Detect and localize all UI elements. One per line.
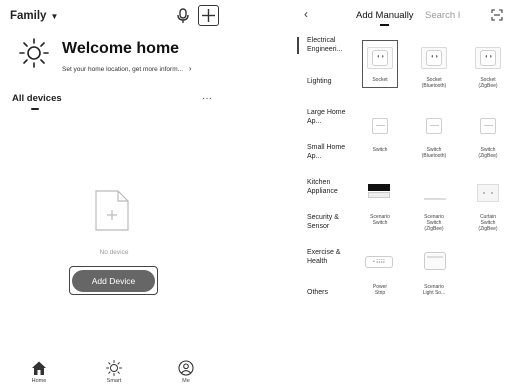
- switch-icon: [480, 118, 496, 134]
- home-icon: [32, 361, 46, 375]
- socket-tile[interactable]: ◖◗: [367, 47, 393, 69]
- family-selector[interactable]: Family ▼: [10, 10, 58, 22]
- category-electrical[interactable]: Electrical Engineeri...: [307, 36, 351, 54]
- user-icon: [178, 360, 194, 376]
- tab-label: Me: [182, 378, 190, 384]
- socket-icon: ◖◗: [480, 50, 496, 66]
- sun-icon: [106, 360, 122, 376]
- device-label: Scenario Switch: [370, 214, 390, 226]
- device-label: Switch (ZigBee): [478, 147, 498, 159]
- tab-search[interactable]: Search I: [425, 10, 460, 21]
- device-label: Power Strip: [372, 284, 388, 296]
- power-strip-icon[interactable]: • ☷☷: [365, 256, 393, 268]
- category-others[interactable]: Others: [307, 288, 351, 297]
- plus-icon: [202, 9, 215, 22]
- device-label: Socket (Bluetooth): [421, 77, 447, 89]
- empty-file-icon: [95, 190, 129, 231]
- device-label: Curtain Switch (ZigBee): [478, 214, 498, 232]
- category-kitchen-appliance[interactable]: Kitchen Appliance: [307, 178, 351, 196]
- socket-icon: ◖◗: [372, 50, 388, 66]
- chevron-right-icon: ›: [188, 64, 192, 73]
- device-label: Switch (Bluetooth): [421, 147, 447, 159]
- switch-bluetooth-tile[interactable]: [421, 115, 447, 137]
- sun-icon: [19, 38, 49, 68]
- device-label: Socket: [372, 77, 388, 83]
- scenario-switch-icon[interactable]: [368, 184, 390, 191]
- tab-underline: [380, 24, 389, 26]
- switch-icon: [426, 118, 442, 134]
- set-location-link[interactable]: Set your home location, get more inform.…: [62, 64, 192, 73]
- category-selected-marker: [297, 37, 299, 54]
- category-security-sensor[interactable]: Security & Sensor: [307, 213, 351, 231]
- family-label: Family: [10, 10, 47, 22]
- tab-underline: [31, 108, 39, 110]
- add-button[interactable]: [198, 5, 219, 26]
- tab-me[interactable]: Me: [166, 360, 206, 384]
- more-icon[interactable]: ···: [202, 93, 212, 104]
- category-small-home-appliance[interactable]: Small Home Ap...: [307, 143, 351, 161]
- scenario-switch-base: [368, 192, 390, 198]
- tab-label: Home: [31, 378, 47, 384]
- scan-icon[interactable]: [491, 9, 503, 21]
- device-label: Scenario Switch (ZigBee): [424, 214, 444, 232]
- tab-home[interactable]: Home: [19, 360, 59, 384]
- device-label: Scenario Light So...: [422, 284, 446, 296]
- socket-zigbee-tile[interactable]: ◖◗: [475, 47, 501, 69]
- device-label: Switch: [372, 147, 388, 153]
- home-screen: Family ▼ Welcome home Set your home loca…: [0, 0, 228, 386]
- tab-add-manually[interactable]: Add Manually: [356, 10, 414, 21]
- socket-bluetooth-tile[interactable]: ◖◗: [421, 47, 447, 69]
- switch-tile[interactable]: [367, 115, 393, 137]
- welcome-title: Welcome home: [62, 40, 180, 57]
- microphone-icon[interactable]: [176, 8, 190, 24]
- switch-icon: [372, 118, 388, 134]
- switch-zigbee-tile[interactable]: [475, 115, 501, 137]
- category-exercise-health[interactable]: Exercise & Health: [307, 248, 351, 266]
- add-device-screen: ‹ Add Manually Search I Electrical Engin…: [288, 0, 507, 386]
- curtain-switch-icon[interactable]: [477, 184, 499, 202]
- scenario-light-icon[interactable]: [424, 252, 446, 270]
- device-label: Socket (ZigBee): [478, 77, 498, 89]
- welcome-subtitle: Set your home location, get more inform.…: [62, 66, 184, 73]
- category-lighting[interactable]: Lighting: [307, 77, 351, 86]
- tab-label: Smart: [106, 378, 122, 384]
- add-device-button[interactable]: Add Device: [72, 270, 155, 292]
- tab-smart[interactable]: Smart: [94, 360, 134, 384]
- scenario-switch-zigbee-icon[interactable]: [424, 198, 446, 200]
- chevron-down-icon: ▼: [50, 11, 59, 21]
- all-devices-tab[interactable]: All devices: [12, 93, 62, 104]
- empty-state-text: No device: [99, 249, 129, 256]
- category-large-home-appliance[interactable]: Large Home Ap...: [307, 108, 351, 126]
- back-icon[interactable]: ‹: [304, 7, 308, 21]
- socket-icon: ◖◗: [426, 50, 442, 66]
